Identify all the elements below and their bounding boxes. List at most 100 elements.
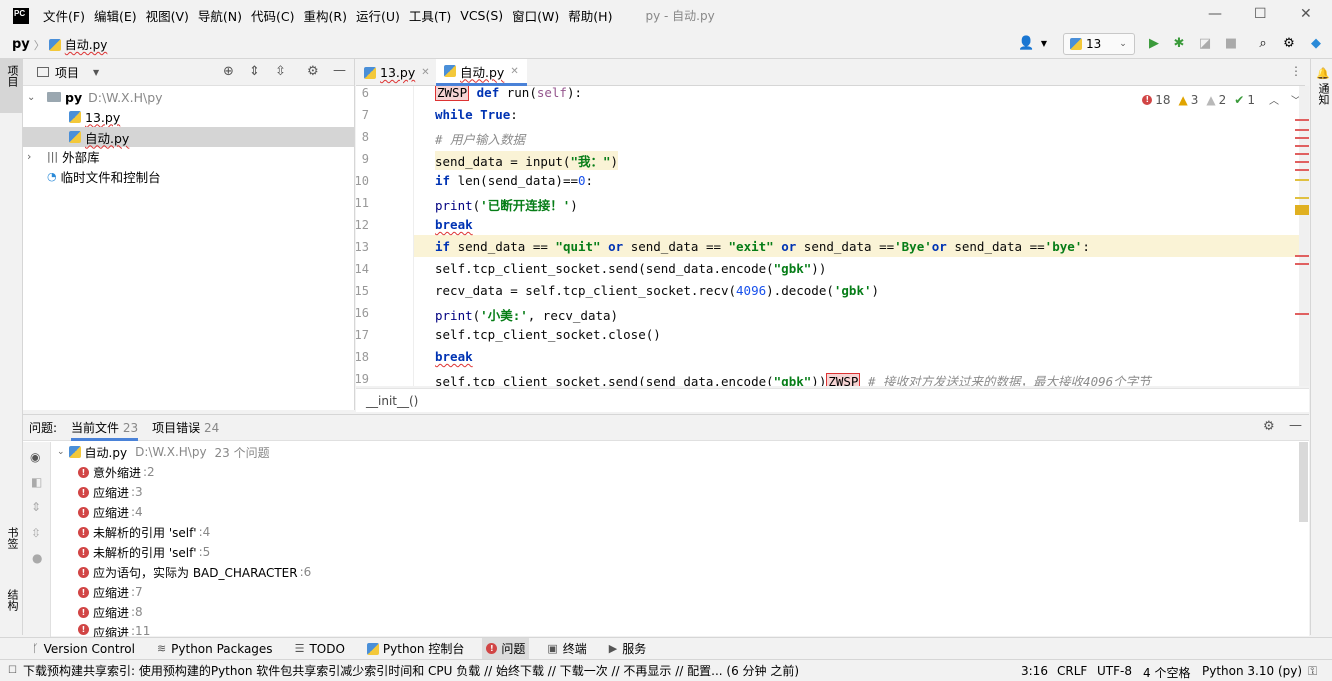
- python-interpreter[interactable]: Python 3.10 (py): [1202, 664, 1302, 678]
- problem-item[interactable]: ! 未解析的引用 'self':5: [78, 542, 210, 562]
- hide-panel-icon[interactable]: —: [1289, 418, 1302, 433]
- project-tool-tab[interactable]: 项目: [0, 59, 22, 113]
- coverage-icon[interactable]: ◪: [1197, 36, 1213, 52]
- tab-project-errors[interactable]: 项目错误 24: [152, 415, 219, 441]
- line-separator[interactable]: CRLF: [1057, 664, 1087, 678]
- breadcrumb-project[interactable]: py: [12, 37, 30, 52]
- eye-icon[interactable]: ◉: [30, 450, 40, 464]
- expand-all-icon[interactable]: ⇕: [31, 500, 41, 514]
- file-encoding[interactable]: UTF-8: [1097, 664, 1132, 678]
- problem-item[interactable]: ! 应缩进:7: [78, 582, 143, 602]
- error-marker[interactable]: [1295, 255, 1309, 257]
- locate-icon[interactable]: ⊕: [223, 64, 234, 79]
- panel-toggle-icon[interactable]: ☐: [8, 665, 17, 676]
- indent-setting[interactable]: 4 个空格: [1143, 664, 1190, 681]
- problem-item[interactable]: ! 未解析的引用 'self':4: [78, 522, 210, 542]
- menu-window[interactable]: 窗口(W): [512, 6, 559, 25]
- lightbulb-icon[interactable]: ●: [32, 551, 42, 565]
- collapse-all-icon[interactable]: ⇳: [31, 526, 41, 540]
- inspection-widget[interactable]: ! 18 ▲ 3 ▲ 2 ✔ 1 ︿ ﹀: [1142, 92, 1301, 107]
- breadcrumb-file[interactable]: 自动.py: [65, 36, 108, 53]
- problem-item[interactable]: ! 应为语句，实际为 BAD_CHARACTER:6: [78, 562, 311, 582]
- bell-icon[interactable]: 🔔: [1316, 67, 1330, 80]
- debug-icon[interactable]: ✱: [1171, 36, 1187, 52]
- error-marker[interactable]: [1295, 153, 1309, 155]
- preview-icon[interactable]: ◧: [31, 475, 42, 489]
- minimize-icon[interactable]: —: [1208, 6, 1222, 22]
- tool-version-control[interactable]: ᚴ Version Control: [28, 638, 139, 660]
- warning-marker[interactable]: [1295, 205, 1309, 215]
- warning-marker[interactable]: [1295, 179, 1309, 181]
- menu-tools[interactable]: 工具(T): [409, 6, 451, 25]
- tree-item-13-py[interactable]: 13.py: [23, 107, 354, 127]
- tool-problems[interactable]: ! 问题: [482, 637, 530, 660]
- tab-auto-py[interactable]: 自动.py ✕: [436, 59, 527, 86]
- tab-current-file[interactable]: 当前文件 23: [71, 415, 139, 441]
- error-marker[interactable]: [1295, 263, 1309, 265]
- menu-file[interactable]: 文件(F): [43, 6, 85, 25]
- error-marker[interactable]: [1295, 119, 1309, 121]
- problem-item[interactable]: ! 应缩进:8: [78, 602, 143, 622]
- error-marker[interactable]: [1295, 145, 1309, 147]
- run-icon[interactable]: ▶: [1146, 36, 1162, 52]
- tool-todo[interactable]: ☰ TODO: [291, 638, 349, 660]
- close-window-icon[interactable]: ✕: [1300, 6, 1312, 22]
- error-marker[interactable]: [1295, 161, 1309, 163]
- error-marker[interactable]: [1295, 129, 1309, 131]
- tree-item-external-libs[interactable]: › ||| 外部库: [23, 146, 354, 166]
- problems-toolbar: ◉ ◧ ⇕ ⇳ ●: [23, 442, 51, 637]
- line-number: 14: [356, 262, 369, 276]
- hide-panel-icon[interactable]: —: [333, 63, 346, 78]
- menu-run[interactable]: 运行(U): [356, 6, 400, 25]
- error-marker[interactable]: [1295, 137, 1309, 139]
- tool-python-packages[interactable]: ≋ Python Packages: [153, 638, 277, 660]
- gear-icon[interactable]: ⚙: [1263, 419, 1275, 434]
- code-editor[interactable]: 6 7 8 9 10 11 12 13 14 15 16 17 18 19 ZW…: [356, 86, 1309, 386]
- tool-terminal[interactable]: ▣ 终端: [543, 638, 590, 660]
- problem-item[interactable]: ! 应缩进:3: [78, 482, 143, 502]
- code-with-me-icon[interactable]: ◆: [1308, 36, 1324, 52]
- tool-python-console[interactable]: Python 控制台: [363, 638, 468, 660]
- tree-item-project-root[interactable]: ⌄ py D:\W.X.H\py: [23, 87, 354, 107]
- user-icon[interactable]: 👤: [1018, 36, 1034, 52]
- error-marker[interactable]: [1295, 169, 1309, 171]
- menu-vcs[interactable]: VCS(S): [460, 8, 503, 23]
- menu-refactor[interactable]: 重构(R): [304, 6, 347, 25]
- problem-item[interactable]: ! 意外缩进:2: [78, 462, 155, 482]
- tool-services[interactable]: ▶ 服务: [605, 638, 650, 660]
- stop-icon[interactable]: ■: [1223, 36, 1239, 52]
- chevron-up-icon[interactable]: ︿: [1269, 92, 1279, 107]
- tab-13-py[interactable]: 13.py ✕: [356, 59, 438, 86]
- maximize-icon[interactable]: ☐: [1254, 6, 1267, 22]
- notifications-tab-label[interactable]: 通知: [1315, 83, 1331, 105]
- menu-view[interactable]: 视图(V): [146, 6, 189, 25]
- project-panel-title[interactable]: 项目: [55, 64, 79, 81]
- menu-edit[interactable]: 编辑(E): [94, 6, 137, 25]
- tree-item-auto-py[interactable]: 自动.py: [23, 127, 354, 147]
- caret-position[interactable]: 3:16: [1021, 664, 1048, 678]
- problem-item[interactable]: ! 应缩进:11: [78, 621, 150, 637]
- run-config-selector[interactable]: 13 ⌄: [1063, 33, 1135, 55]
- error-stripe[interactable]: [1295, 119, 1309, 319]
- gear-icon[interactable]: ⚙: [1281, 36, 1297, 52]
- menu-navigate[interactable]: 导航(N): [198, 6, 242, 25]
- expand-all-icon[interactable]: ⇕: [249, 64, 260, 79]
- more-icon[interactable]: ⋮: [1290, 64, 1302, 78]
- problems-file-row[interactable]: ⌄ 自动.py D:\W.X.H\py 23 个问题: [57, 442, 270, 462]
- problems-scrollbar[interactable]: [1299, 442, 1308, 522]
- status-message[interactable]: 下载预构建共享索引: 使用预构建的Python 软件包共享索引减少索引时间和 C…: [23, 662, 799, 679]
- chevron-down-icon[interactable]: ▼: [93, 68, 99, 77]
- gear-icon[interactable]: ⚙: [307, 64, 319, 79]
- tree-item-scratches[interactable]: ◔ 临时文件和控制台: [23, 166, 354, 186]
- menu-code[interactable]: 代码(C): [251, 6, 294, 25]
- lock-icon[interactable]: ⚿: [1308, 664, 1317, 679]
- search-icon[interactable]: ⌕: [1255, 36, 1271, 52]
- collapse-all-icon[interactable]: ⇳: [275, 64, 286, 79]
- breadcrumb-function[interactable]: __init__(): [366, 394, 418, 408]
- close-icon[interactable]: ✕: [510, 66, 518, 77]
- menu-help[interactable]: 帮助(H): [568, 6, 612, 25]
- warning-marker[interactable]: [1295, 197, 1309, 199]
- problem-item[interactable]: ! 应缩进:4: [78, 502, 143, 522]
- close-icon[interactable]: ✕: [421, 67, 429, 78]
- error-marker[interactable]: [1295, 313, 1309, 315]
